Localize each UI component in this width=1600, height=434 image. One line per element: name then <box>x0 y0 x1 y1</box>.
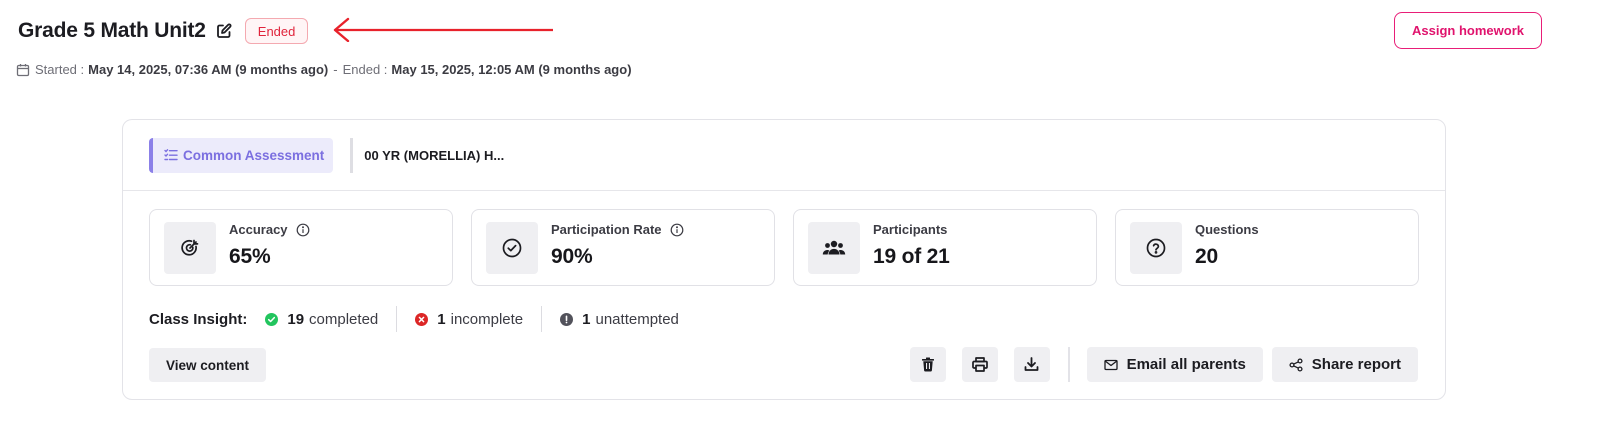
stat-label: Participants <box>873 222 948 237</box>
unattempted-count: 1 <box>582 310 591 328</box>
stat-label: Accuracy <box>229 222 310 237</box>
divider <box>396 306 398 332</box>
annotation-arrow <box>333 17 553 42</box>
date-row: Started : May 14, 2025, 07:36 AM (9 mont… <box>16 62 632 77</box>
stat-label: Questions <box>1195 222 1259 237</box>
stat-value: 20 <box>1195 245 1218 268</box>
page-header: Grade 5 Math Unit2 Ended <box>18 14 1600 54</box>
completed-count: 19 <box>287 310 305 328</box>
card-header: Common Assessment 00 YR (MORELLIA) H... <box>123 120 1445 191</box>
stat-value: 65% <box>229 245 271 268</box>
stat-card-questions: Questions 20 <box>1115 209 1419 286</box>
question-circle-icon <box>1130 222 1182 274</box>
class-name-tag[interactable]: 00 YR (MORELLIA) H... <box>350 137 504 173</box>
email-all-parents-label: Email all parents <box>1126 356 1246 373</box>
ended-label: Ended : <box>342 62 388 77</box>
insight-completed[interactable]: 19 completed <box>265 311 378 328</box>
stat-value: 90% <box>551 245 593 268</box>
assessment-type-label: Common Assessment <box>183 147 325 163</box>
stat-value: 19 of 21 <box>873 245 950 268</box>
started-label: Started : <box>35 62 85 77</box>
checklist-icon <box>164 148 178 162</box>
printer-icon <box>971 357 988 372</box>
stat-card-participants: Participants 19 of 21 <box>793 209 1097 286</box>
edit-icon[interactable] <box>215 22 233 40</box>
page-title: Grade 5 Math Unit2 <box>18 19 206 42</box>
status-badge: Ended <box>244 18 309 44</box>
insight-incomplete[interactable]: 1 incomplete <box>415 311 523 328</box>
share-icon <box>1289 357 1303 372</box>
assign-homework-button[interactable]: Assign homework <box>1394 12 1542 49</box>
stat-card-participation-rate: Participation Rate 90% <box>471 209 775 286</box>
insight-label: Class Insight: <box>149 310 248 328</box>
divider <box>541 306 543 332</box>
stats-row: Accuracy 65% Participation Rate 90% Part… <box>149 209 1419 286</box>
x-circle-icon <box>415 312 429 326</box>
started-value: May 14, 2025, 07:36 AM (9 months ago) <box>88 62 329 77</box>
check-circle-icon <box>265 312 279 326</box>
info-icon[interactable] <box>670 223 684 237</box>
mail-icon <box>1103 358 1118 372</box>
target-icon <box>164 222 216 274</box>
info-icon[interactable] <box>296 223 310 237</box>
insight-unattempted[interactable]: 1 unattempted <box>560 311 679 328</box>
download-icon <box>1024 357 1039 372</box>
action-bar: Email all parents Share report <box>909 347 1418 382</box>
incomplete-text: incomplete <box>450 310 524 328</box>
share-report-button[interactable]: Share report <box>1271 347 1418 382</box>
class-insight: Class Insight: 19 completed 1 incomplete… <box>149 306 679 332</box>
download-button[interactable] <box>1013 347 1050 382</box>
divider <box>1067 347 1070 382</box>
title-row: Grade 5 Math Unit2 Ended <box>18 14 1600 48</box>
date-separator: - <box>333 62 338 77</box>
ended-value: May 15, 2025, 12:05 AM (9 months ago) <box>391 62 632 77</box>
calendar-icon <box>16 63 30 77</box>
assessment-card: Common Assessment 00 YR (MORELLIA) H... … <box>122 119 1446 400</box>
stat-label: Participation Rate <box>551 222 684 237</box>
delete-button[interactable] <box>909 347 946 382</box>
email-all-parents-button[interactable]: Email all parents <box>1086 347 1263 382</box>
incomplete-count: 1 <box>437 310 446 328</box>
completed-text: completed <box>309 310 379 328</box>
trash-icon <box>921 357 935 372</box>
view-content-button[interactable]: View content <box>149 348 267 382</box>
share-report-label: Share report <box>1311 356 1401 373</box>
stat-card-accuracy: Accuracy 65% <box>149 209 453 286</box>
print-button[interactable] <box>961 347 998 382</box>
alert-circle-icon <box>560 312 574 326</box>
users-icon <box>808 222 860 274</box>
unattempted-text: unattempted <box>595 310 679 328</box>
check-circle-icon <box>486 222 538 274</box>
assessment-type-chip[interactable]: Common Assessment <box>149 137 334 173</box>
